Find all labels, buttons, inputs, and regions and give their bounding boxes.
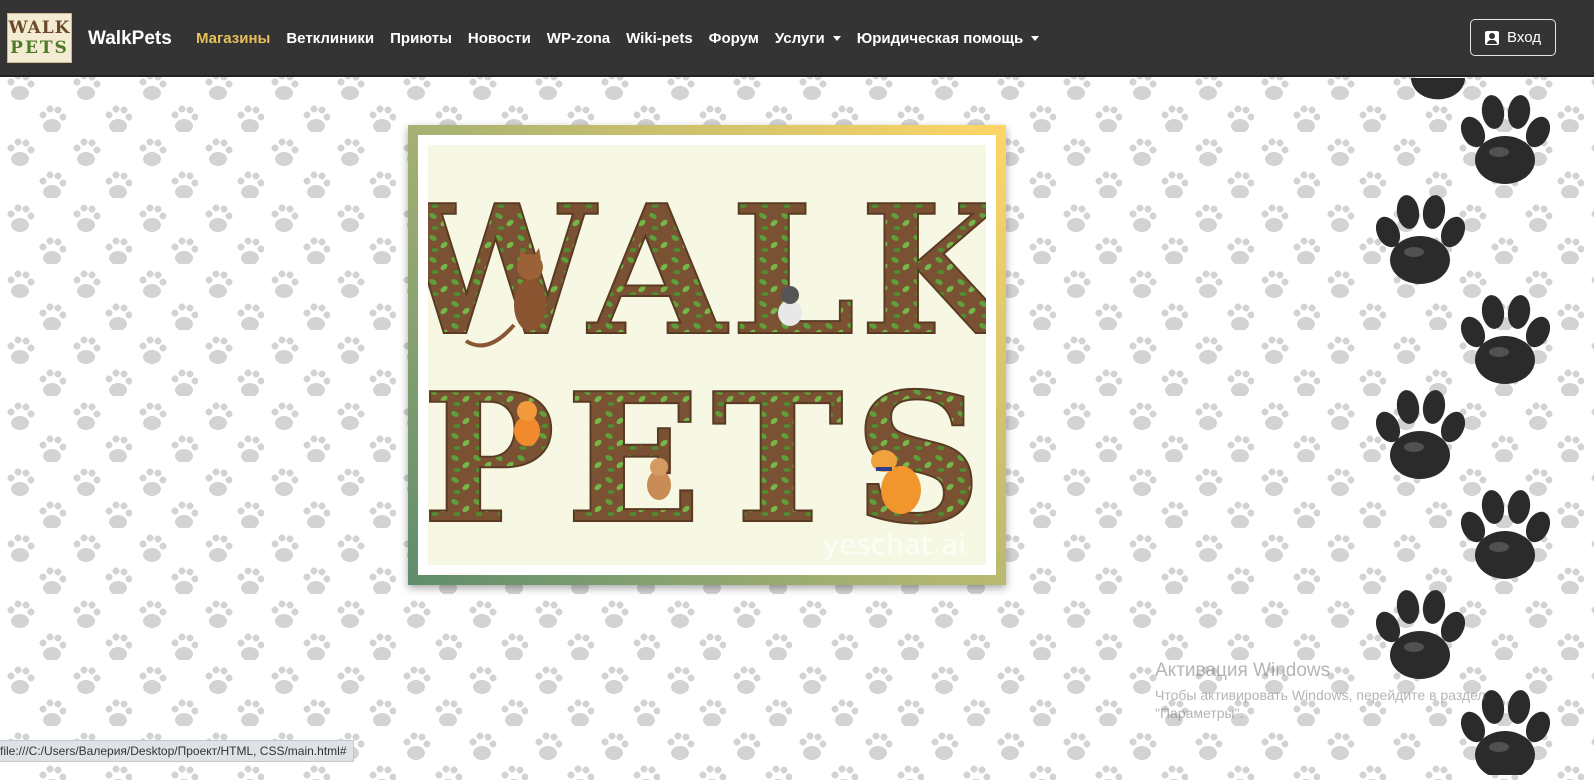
hero-word-walk: WALK [428, 166, 986, 375]
nav-item-shelters[interactable]: Приюты [390, 30, 452, 47]
browser-status-bar: file:///C:/Users/Валерия/Desktop/Проект/… [0, 740, 354, 762]
cat-illustration [778, 286, 802, 326]
watermark: yeschat.ai [822, 528, 967, 561]
cat-illustration [514, 401, 540, 446]
tree-letters-illustration: WALK PETS [428, 165, 986, 564]
nav-item-shops[interactable]: Магазины [196, 30, 270, 47]
logo-line-2: PETS [10, 38, 69, 58]
login-button[interactable]: Вход [1470, 19, 1556, 56]
nav-item-vet-clinics[interactable]: Ветклиники [286, 30, 374, 47]
hero-image: WALK PETS yeschat.ai [428, 145, 986, 565]
caret-down-icon [832, 36, 841, 41]
nav-item-legal-help[interactable]: Юридическая помощь [857, 30, 1040, 47]
hero-image-frame: WALK PETS yeschat.ai [408, 125, 1006, 585]
windows-activation-watermark: Активация Windows Чтобы активировать Win… [1155, 660, 1515, 722]
main-nav: Магазины Ветклиники Приюты Новости WP-zo… [196, 30, 1055, 47]
brand-name[interactable]: WalkPets [88, 28, 172, 50]
status-url: file:///C:/Users/Валерия/Desktop/Проект/… [0, 744, 347, 758]
nav-item-forum[interactable]: Форум [709, 30, 759, 47]
user-icon [1485, 30, 1500, 45]
login-label: Вход [1507, 29, 1541, 46]
nav-item-wp-zona[interactable]: WP-zona [547, 30, 610, 47]
windows-activation-text: Чтобы активировать Windows, перейдите в … [1155, 687, 1486, 721]
cat-illustration [647, 458, 671, 500]
caret-down-icon [1031, 36, 1040, 41]
windows-activation-title: Активация Windows [1155, 660, 1331, 681]
logo-line-1: WALK [8, 18, 71, 38]
nav-item-news[interactable]: Новости [468, 30, 531, 47]
nav-item-wiki-pets[interactable]: Wiki-pets [626, 30, 693, 47]
nav-item-services[interactable]: Услуги [775, 30, 841, 47]
site-logo[interactable]: WALK PETS [7, 13, 72, 63]
navbar: WALK PETS WalkPets Магазины Ветклиники П… [0, 0, 1594, 77]
